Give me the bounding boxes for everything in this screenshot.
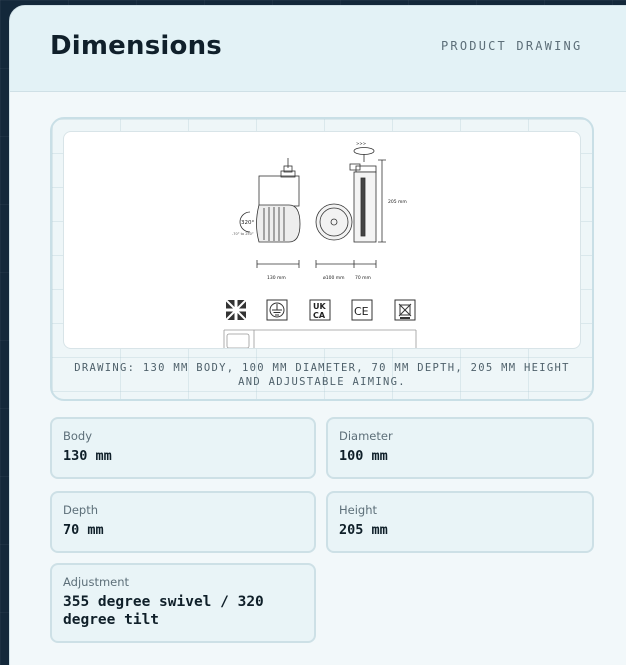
card-header: Dimensions PRODUCT DRAWING [10,6,626,92]
section-eyebrow: PRODUCT DRAWING [441,39,583,53]
spec-card-adjustment: Adjustment 355 degree swivel / 320 degre… [50,563,316,643]
earth-ground-icon [266,299,288,321]
spec-value-depth: 70 mm [63,522,104,538]
spec-card-diameter: Diameter 100 mm [326,417,594,479]
spec-value-body: 130 mm [63,448,112,464]
spec-value-height: 205 mm [339,522,388,538]
spec-value-diameter: 100 mm [339,448,388,464]
dimensions-card: Dimensions PRODUCT DRAWING 320° -70° to … [9,5,626,665]
drawing-caption: DRAWING: 130 MM BODY, 100 MM DIAMETER, 7… [74,362,570,388]
tilt-label: 320° [241,220,254,226]
spec-label-height: Height [339,503,378,517]
drawing-panel: 320° -70° to 250° 130 mm ø100 mm >>> 205… [50,117,594,401]
diameter-label: ø100 mm [323,275,345,281]
rear-view [349,147,386,268]
spec-value-adjustment: 355 degree swivel / 320 degree tilt [63,594,264,628]
side-view [239,158,301,268]
weee-bin-icon [394,299,416,321]
spec-label-diameter: Diameter [339,429,393,443]
depth-label: 70 mm [355,275,371,281]
spec-label-body: Body [63,429,93,443]
body-width-label: 130 mm [267,275,286,281]
ce-mark-icon: CE [351,299,373,321]
uk-flag-icon [225,299,247,321]
product-drawing: 320° -70° to 250° 130 mm ø100 mm >>> 205… [63,131,581,349]
swivel-label: >>> [356,141,366,146]
page-title: Dimensions [50,31,222,61]
spec-label-depth: Depth [63,503,99,517]
height-label: 205 mm [388,199,407,205]
spec-card-depth: Depth 70 mm [50,491,316,553]
ce-mark-text: CE [354,305,369,318]
spec-card-body: Body 130 mm [50,417,316,479]
ukca-bottom-text: CA [313,311,326,320]
product-drawing-svg: 320° -70° to 250° 130 mm ø100 mm >>> 205… [223,141,417,348]
spec-table-fragment [223,329,417,348]
ukca-mark-icon: UK CA [309,299,331,321]
spec-card-height: Height 205 mm [326,491,594,553]
ukca-top-text: UK [313,302,326,311]
tilt-range-label: -70° to 250° [232,232,254,236]
front-view [315,203,355,268]
spec-label-adjustment: Adjustment [63,575,130,589]
